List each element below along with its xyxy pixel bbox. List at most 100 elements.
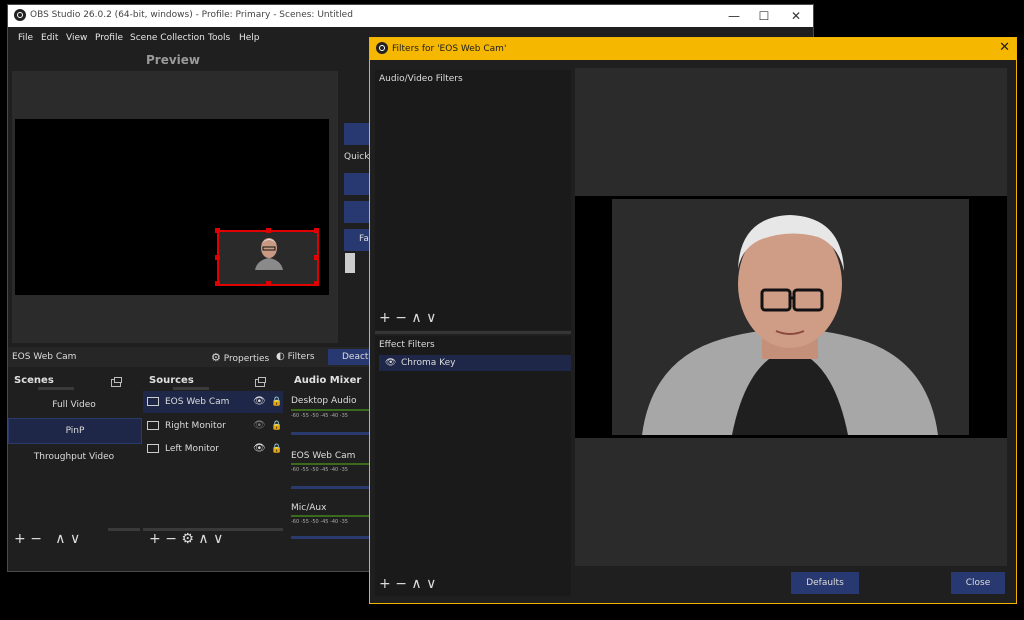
remove-filter-button[interactable]: − bbox=[395, 576, 407, 592]
scenes-controls: + − ∧ ∨ bbox=[14, 531, 80, 547]
volume-slider[interactable] bbox=[291, 432, 371, 435]
menu-view[interactable]: View bbox=[66, 33, 87, 43]
filters-button[interactable]: ◐ Filters bbox=[276, 351, 315, 362]
webcam-preview-frame bbox=[612, 199, 969, 435]
filters-dialog: Filters for 'EOS Web Cam' ✕ Audio/Video … bbox=[369, 37, 1017, 604]
volume-meter bbox=[291, 463, 371, 465]
filter-item-chroma-key[interactable]: 👁 Chroma Key bbox=[379, 355, 571, 371]
source-item-left-monitor[interactable]: Left Monitor 👁 🔒 bbox=[143, 438, 283, 460]
filters-dialog-title: Filters for 'EOS Web Cam' bbox=[392, 44, 507, 54]
menu-edit[interactable]: Edit bbox=[41, 33, 58, 43]
monitor-icon bbox=[147, 444, 159, 453]
menu-tools[interactable]: Tools bbox=[208, 33, 230, 43]
source-label: Right Monitor bbox=[165, 421, 226, 431]
titlebar: OBS Studio 26.0.2 (64-bit, windows) - Pr… bbox=[8, 5, 813, 27]
move-scene-up-button[interactable]: ∧ bbox=[55, 531, 65, 547]
move-source-down-button[interactable]: ∨ bbox=[213, 531, 223, 547]
resize-handle[interactable] bbox=[314, 281, 319, 286]
scenes-title: Scenes bbox=[14, 375, 54, 386]
effect-filters-list[interactable]: Effect Filters + − ∧ ∨ bbox=[375, 336, 571, 596]
lock-icon[interactable]: 🔒 bbox=[271, 415, 282, 437]
source-properties-gear-icon[interactable]: ⚙ bbox=[181, 531, 194, 547]
source-item-eos-web-cam[interactable]: EOS Web Cam 👁 🔒 bbox=[143, 391, 283, 413]
lock-icon[interactable]: 🔒 bbox=[271, 391, 282, 413]
effect-filters-label: Effect Filters bbox=[379, 340, 435, 350]
transition-slider-handle[interactable] bbox=[345, 253, 355, 273]
add-source-button[interactable]: + bbox=[149, 531, 161, 547]
move-scene-down-button[interactable]: ∨ bbox=[70, 531, 80, 547]
sources-bottom-scrollbar[interactable] bbox=[143, 528, 283, 531]
resize-handle[interactable] bbox=[314, 228, 319, 233]
meter-ticks: -60 -55 -50 -45 -40 -35 bbox=[291, 413, 348, 419]
remove-filter-button[interactable]: − bbox=[395, 310, 407, 326]
remove-source-button[interactable]: − bbox=[165, 531, 177, 547]
resize-handle[interactable] bbox=[215, 255, 220, 260]
lock-icon[interactable]: 🔒 bbox=[271, 438, 282, 460]
webcam-source-selection[interactable] bbox=[215, 228, 319, 286]
filters-label: Filters bbox=[287, 352, 315, 362]
menu-file[interactable]: File bbox=[18, 33, 33, 43]
dock-float-icon[interactable] bbox=[111, 377, 122, 387]
source-label: Left Monitor bbox=[165, 444, 220, 454]
move-filter-up-button[interactable]: ∧ bbox=[411, 310, 421, 326]
filter-properties-bottom bbox=[575, 438, 1007, 566]
volume-meter bbox=[291, 515, 371, 517]
remove-scene-button[interactable]: − bbox=[30, 531, 42, 547]
move-filter-up-button[interactable]: ∧ bbox=[411, 576, 421, 592]
audio-video-filters-list[interactable]: Audio/Video Filters + − ∧ ∨ bbox=[375, 70, 571, 330]
volume-slider[interactable] bbox=[291, 536, 371, 539]
close-button[interactable]: Close bbox=[951, 572, 1005, 594]
sources-title: Sources bbox=[149, 375, 194, 386]
scene-item-throughput-video[interactable]: Throughput Video bbox=[8, 445, 140, 469]
webcam-person-image bbox=[612, 199, 969, 435]
sources-scrollbar[interactable] bbox=[173, 387, 209, 390]
visibility-eye-icon[interactable]: 👁 bbox=[385, 355, 396, 371]
mixer-channel-desktop-audio: Desktop Audio bbox=[291, 396, 357, 406]
volume-slider[interactable] bbox=[291, 486, 371, 489]
menu-help[interactable]: Help bbox=[239, 33, 260, 43]
meter-ticks: -60 -55 -50 -45 -40 -35 bbox=[291, 467, 348, 473]
menu-scene-collection[interactable]: Scene Collection bbox=[130, 33, 205, 43]
visibility-eye-icon[interactable]: 👁 bbox=[253, 391, 266, 413]
meter-ticks: -60 -55 -50 -45 -40 -35 bbox=[291, 519, 348, 525]
panel-splitter[interactable] bbox=[375, 331, 571, 334]
scene-item-full-video[interactable]: Full Video bbox=[8, 393, 140, 417]
move-filter-down-button[interactable]: ∨ bbox=[426, 576, 436, 592]
monitor-icon bbox=[147, 421, 159, 430]
resize-handle[interactable] bbox=[215, 281, 220, 286]
add-filter-button[interactable]: + bbox=[379, 576, 391, 592]
visibility-hidden-icon[interactable]: 👁 bbox=[253, 415, 266, 437]
resize-handle[interactable] bbox=[215, 228, 220, 233]
dock-float-icon[interactable] bbox=[255, 377, 266, 387]
close-icon[interactable]: ✕ bbox=[784, 7, 808, 25]
filters-titlebar: Filters for 'EOS Web Cam' ✕ bbox=[370, 38, 1016, 60]
move-source-up-button[interactable]: ∧ bbox=[198, 531, 208, 547]
menu-profile[interactable]: Profile bbox=[95, 33, 123, 43]
gear-icon: ⚙ bbox=[211, 351, 221, 364]
add-filter-button[interactable]: + bbox=[379, 310, 391, 326]
source-item-right-monitor[interactable]: Right Monitor 👁 🔒 bbox=[143, 415, 283, 437]
resize-handle[interactable] bbox=[314, 255, 319, 260]
scenes-bottom-scrollbar[interactable] bbox=[108, 528, 140, 531]
resize-handle[interactable] bbox=[266, 228, 271, 233]
effect-filter-controls: + − ∧ ∨ bbox=[379, 576, 436, 592]
properties-button[interactable]: ⚙ Properties bbox=[211, 351, 269, 364]
source-label: EOS Web Cam bbox=[165, 397, 230, 407]
add-scene-button[interactable]: + bbox=[14, 531, 26, 547]
filter-label: Chroma Key bbox=[401, 358, 456, 368]
minimize-icon[interactable]: — bbox=[722, 7, 746, 25]
defaults-button[interactable]: Defaults bbox=[791, 572, 859, 594]
filter-icon: ◐ bbox=[276, 351, 285, 362]
preview-label: Preview bbox=[145, 53, 200, 67]
scene-item-pinp[interactable]: PinP bbox=[8, 418, 142, 444]
scenes-scrollbar[interactable] bbox=[38, 387, 74, 390]
webcam-person-thumbnail bbox=[255, 238, 283, 270]
move-filter-down-button[interactable]: ∨ bbox=[426, 310, 436, 326]
visibility-eye-icon[interactable]: 👁 bbox=[253, 438, 266, 460]
resize-handle[interactable] bbox=[266, 281, 271, 286]
volume-meter bbox=[291, 409, 371, 411]
maximize-icon[interactable]: ☐ bbox=[752, 7, 776, 25]
quick-transitions-label: Quick bbox=[344, 152, 370, 162]
mixer-channel-eos-web-cam: EOS Web Cam bbox=[291, 451, 356, 461]
close-icon[interactable]: ✕ bbox=[999, 40, 1010, 55]
